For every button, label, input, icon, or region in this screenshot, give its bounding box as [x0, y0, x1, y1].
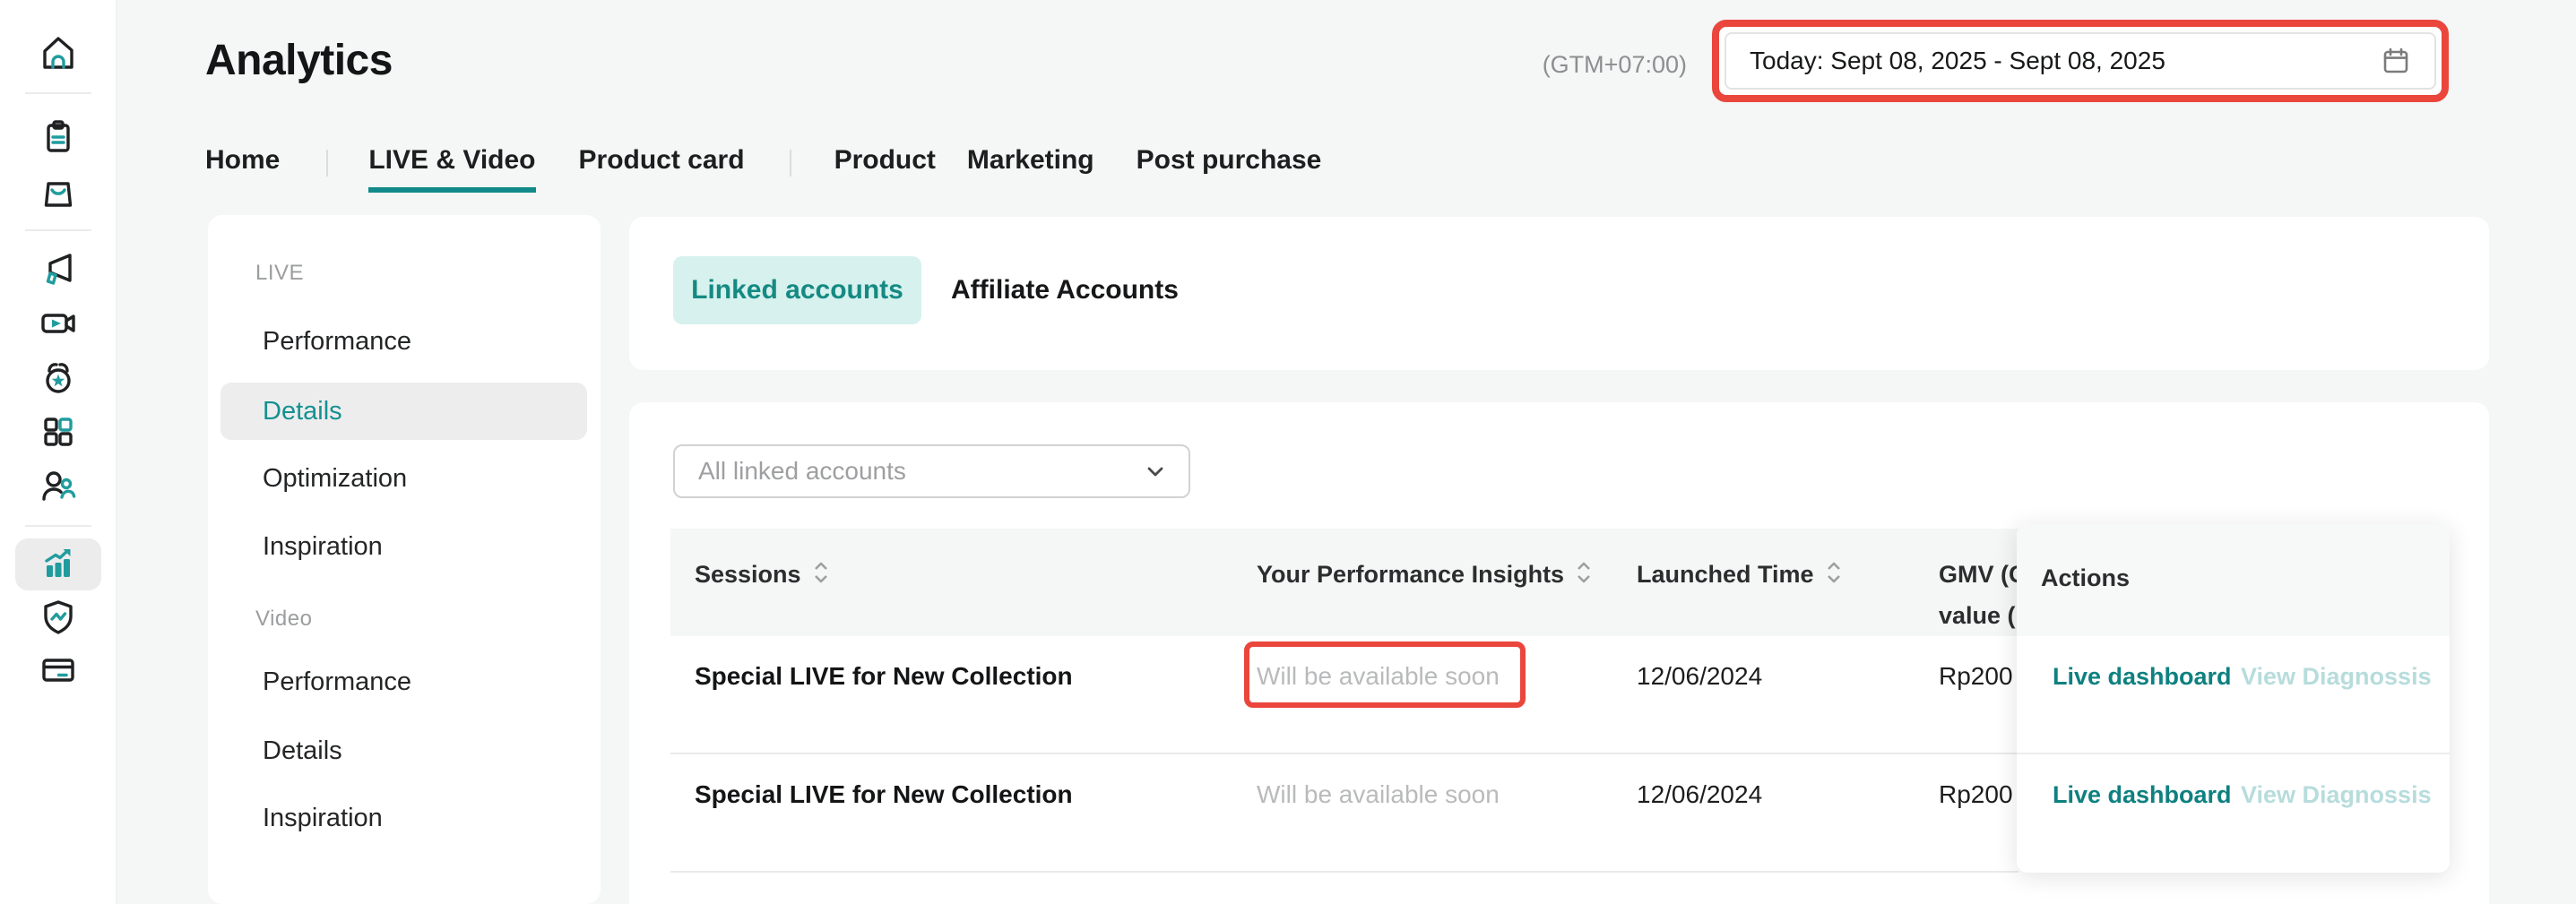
session-title: Special LIVE for New Collection	[695, 659, 1073, 693]
actions-sticky-column: Actions Live dashboard View Diagnossis L…	[2017, 524, 2450, 873]
view-diagnosis-link[interactable]: View Diagnossis	[2241, 781, 2432, 809]
launched-time: 12/06/2024	[1637, 659, 1762, 693]
gmv-value: Rp200	[1939, 778, 2013, 812]
apps-grid-icon[interactable]	[37, 410, 80, 453]
live-dashboard-link[interactable]: Live dashboard	[2053, 781, 2232, 809]
tab-linked-accounts-label: Linked accounts	[691, 275, 903, 306]
menu-item-live-inspiration[interactable]: Inspiration	[263, 530, 383, 563]
menu-section-live: LIVE	[255, 261, 304, 286]
table-row[interactable]: Special LIVE for New Collection Will be …	[670, 636, 2018, 754]
column-header-launched-time[interactable]: Launched Time	[1637, 554, 1843, 598]
finance-card-icon[interactable]	[37, 649, 80, 692]
sidebar-divider	[25, 525, 91, 527]
calendar-icon[interactable]	[2381, 46, 2411, 76]
tab-post-purchase[interactable]: Post purchase	[1137, 145, 1322, 176]
megaphone-icon[interactable]	[37, 247, 80, 290]
shop-bag-icon[interactable]	[37, 170, 80, 213]
menu-item-video-inspiration[interactable]: Inspiration	[263, 802, 383, 834]
tab-affiliate-accounts[interactable]: Affiliate Accounts	[951, 256, 1179, 324]
insights-status: Will be available soon	[1257, 659, 1500, 693]
menu-item-live-details-selected[interactable]: Details	[220, 383, 587, 440]
icon-sidebar	[0, 0, 117, 904]
actions-row: Live dashboard View Diagnossis	[2017, 636, 2450, 754]
date-range-picker[interactable]: Today: Sept 08, 2025 - Sept 08, 2025	[1712, 20, 2449, 102]
menu-item-live-performance[interactable]: Performance	[263, 325, 411, 357]
table-row[interactable]: Special LIVE for New Collection Will be …	[670, 754, 2018, 873]
timezone-label: (GTM+07:00)	[1443, 51, 1687, 79]
live-dashboard-link[interactable]: Live dashboard	[2053, 663, 2232, 691]
date-range-field[interactable]: Today: Sept 08, 2025 - Sept 08, 2025	[1725, 32, 2436, 90]
sidebar-divider	[25, 92, 91, 94]
column-header-label: Your Performance Insights	[1257, 561, 1564, 588]
sort-icon[interactable]	[812, 557, 830, 598]
column-header-label: Launched Time	[1637, 561, 1814, 588]
analytics-page: Analytics (GTM+07:00) Today: Sept 08, 20…	[0, 0, 2576, 904]
chevron-down-icon	[1142, 458, 1169, 485]
tab-live-video[interactable]: LIVE & Video	[368, 145, 535, 193]
gmv-value: Rp200	[1939, 659, 2013, 693]
tab-product[interactable]: Product	[834, 145, 936, 176]
column-header-insights[interactable]: Your Performance Insights	[1257, 554, 1593, 598]
home-icon[interactable]	[37, 31, 80, 74]
accounts-tab-card: Linked accounts Affiliate Accounts	[629, 217, 2489, 370]
tab-marketing[interactable]: Marketing	[967, 145, 1094, 176]
shield-icon[interactable]	[37, 596, 80, 639]
launched-time: 12/06/2024	[1637, 778, 1762, 812]
tab-home[interactable]: Home	[205, 145, 280, 176]
filter-placeholder: All linked accounts	[698, 457, 906, 486]
date-range-value: Today: Sept 08, 2025 - Sept 08, 2025	[1750, 47, 2165, 75]
tab-linked-accounts[interactable]: Linked accounts	[673, 256, 921, 324]
menu-item-label: Details	[263, 397, 342, 426]
insights-status: Will be available soon	[1257, 778, 1500, 812]
sort-icon[interactable]	[1825, 557, 1843, 598]
column-header-sessions[interactable]: Sessions	[695, 554, 830, 598]
tab-divider	[790, 150, 791, 176]
table-header-row: Sessions Your Performance Insights Launc…	[670, 529, 2018, 636]
actions-row: Live dashboard View Diagnossis	[2017, 754, 2450, 873]
affiliate-people-icon[interactable]	[37, 465, 80, 508]
view-diagnosis-link[interactable]: View Diagnossis	[2241, 663, 2432, 691]
session-title: Special LIVE for New Collection	[695, 778, 1073, 812]
sort-icon[interactable]	[1575, 557, 1593, 598]
sidebar-divider	[25, 229, 91, 231]
campaign-icon[interactable]	[37, 357, 80, 400]
column-header-label: Sessions	[695, 561, 801, 588]
tab-product-card[interactable]: Product card	[579, 145, 745, 176]
video-icon[interactable]	[37, 302, 80, 345]
linked-accounts-filter[interactable]: All linked accounts	[673, 444, 1190, 498]
menu-item-video-details[interactable]: Details	[263, 735, 342, 767]
analytics-nav-tabs: Home LIVE & Video Product card Product M…	[205, 145, 1321, 193]
menu-item-live-optimization[interactable]: Optimization	[263, 462, 407, 495]
tab-divider	[326, 150, 328, 176]
menu-item-video-performance[interactable]: Performance	[263, 666, 411, 698]
column-header-actions: Actions	[2017, 524, 2450, 636]
live-video-menu: LIVE Performance Details Optimization In…	[208, 215, 601, 904]
sessions-table: Sessions Your Performance Insights Launc…	[670, 529, 2018, 873]
menu-section-video: Video	[255, 607, 312, 632]
page-title: Analytics	[205, 36, 393, 85]
analytics-chart-icon[interactable]	[37, 542, 80, 585]
orders-icon[interactable]	[37, 116, 80, 159]
